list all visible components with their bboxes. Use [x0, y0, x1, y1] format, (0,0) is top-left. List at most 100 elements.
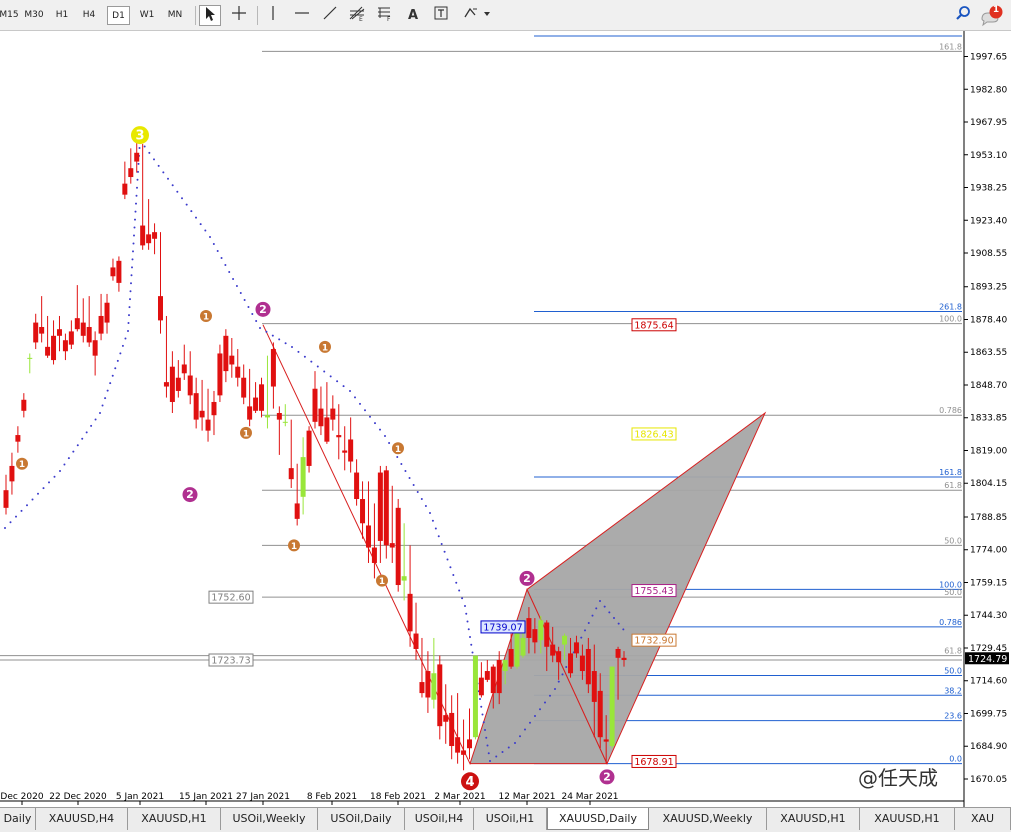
candle-body[interactable]: [241, 377, 247, 398]
candle-body[interactable]: [282, 421, 288, 423]
chart-tab[interactable]: USOil,H4: [405, 808, 474, 830]
candle-body[interactable]: [264, 415, 270, 418]
candle-body[interactable]: [591, 671, 597, 702]
candle-body[interactable]: [3, 490, 9, 508]
candle-body[interactable]: [324, 417, 330, 442]
chart-tab[interactable]: XAUUSD,Daily: [547, 808, 649, 830]
candle-body[interactable]: [223, 335, 229, 372]
text-label-icon[interactable]: [430, 5, 452, 26]
timeframe-m15[interactable]: M15: [0, 6, 20, 25]
timeframe-w1[interactable]: W1: [136, 6, 158, 25]
candle-body[interactable]: [276, 413, 282, 420]
candle-body[interactable]: [603, 739, 609, 742]
candle-body[interactable]: [211, 401, 217, 416]
timeframe-d1[interactable]: D1: [107, 6, 130, 25]
candle-body[interactable]: [235, 366, 241, 378]
candle-body[interactable]: [247, 406, 253, 420]
candle-body[interactable]: [389, 543, 395, 548]
candle-body[interactable]: [21, 399, 27, 411]
candle-body[interactable]: [508, 648, 514, 667]
fibonacci-retracement-icon[interactable]: F: [374, 5, 396, 26]
candle-body[interactable]: [74, 318, 80, 330]
candle-body[interactable]: [514, 629, 520, 667]
candle-body[interactable]: [562, 635, 568, 645]
candle-body[interactable]: [472, 655, 478, 738]
candle-body[interactable]: [181, 364, 187, 374]
candle-body[interactable]: [425, 671, 431, 698]
candle-body[interactable]: [371, 547, 377, 563]
chart-tab[interactable]: XAUUSD,H1: [860, 808, 955, 830]
chart-tab[interactable]: USOil,H1: [474, 808, 547, 830]
candle-body[interactable]: [478, 677, 484, 696]
candle-body[interactable]: [253, 397, 259, 411]
chart-tab[interactable]: XAUUSD,H4: [36, 808, 128, 830]
candle-body[interactable]: [550, 644, 556, 656]
candle-body[interactable]: [360, 499, 366, 524]
candle-body[interactable]: [336, 435, 342, 438]
chart-tab[interactable]: USOil,Daily: [318, 808, 405, 830]
candle-body[interactable]: [609, 666, 615, 747]
candle-body[interactable]: [544, 622, 550, 647]
timeframe-mn[interactable]: MN: [162, 6, 188, 25]
candle-body[interactable]: [56, 329, 62, 336]
candle-body[interactable]: [365, 525, 371, 548]
chart-tab[interactable]: XAUUSD,H1: [128, 808, 221, 830]
candle-body[interactable]: [573, 642, 579, 654]
candle-body[interactable]: [128, 168, 134, 178]
candle-body[interactable]: [556, 651, 562, 663]
candle-body[interactable]: [122, 183, 128, 195]
candle-body[interactable]: [134, 152, 140, 162]
candle-body[interactable]: [449, 712, 455, 747]
candle-body[interactable]: [92, 340, 98, 356]
crosshair-icon[interactable]: [228, 5, 250, 26]
candle-body[interactable]: [585, 648, 591, 685]
trendline-icon[interactable]: [319, 5, 341, 26]
chart-tab[interactable]: XAU: [955, 808, 1011, 830]
candle-body[interactable]: [342, 450, 348, 453]
candle-body[interactable]: [152, 232, 158, 239]
candle-body[interactable]: [496, 660, 502, 694]
candle-body[interactable]: [395, 507, 401, 586]
candle-body[interactable]: [377, 472, 383, 541]
fibonacci-fan-icon[interactable]: E: [346, 5, 368, 26]
candle-body[interactable]: [110, 267, 116, 277]
candle-body[interactable]: [568, 653, 574, 674]
candle-body[interactable]: [318, 408, 324, 427]
candle-body[interactable]: [401, 576, 407, 581]
candle-body[interactable]: [419, 682, 425, 694]
candle-body[interactable]: [443, 715, 449, 722]
candle-body[interactable]: [437, 664, 443, 727]
candle-body[interactable]: [27, 357, 33, 359]
candle-body[interactable]: [484, 671, 490, 680]
timeframe-h4[interactable]: H4: [78, 6, 100, 25]
candle-body[interactable]: [39, 326, 45, 334]
candle-body[interactable]: [193, 393, 199, 420]
candle-body[interactable]: [187, 375, 193, 396]
candle-body[interactable]: [615, 648, 621, 658]
candle-body[interactable]: [467, 739, 472, 749]
chart-tab[interactable]: XAUUSD,H1: [767, 808, 860, 830]
chart-tab[interactable]: XAUUSD,Weekly: [649, 808, 767, 830]
candle-body[interactable]: [538, 620, 544, 641]
candle-body[interactable]: [98, 315, 104, 334]
candle-body[interactable]: [163, 382, 169, 387]
chart-tab[interactable]: Daily: [0, 808, 36, 830]
candle-body[interactable]: [348, 439, 354, 462]
candle-body[interactable]: [86, 326, 92, 343]
candle-body[interactable]: [229, 355, 235, 365]
candle-body[interactable]: [51, 335, 57, 361]
horizontal-line-icon[interactable]: [291, 5, 313, 26]
candle-body[interactable]: [62, 340, 68, 352]
price-chart[interactable]: 161.8261.8100.00.786161.861.850.0100.050…: [0, 31, 1011, 807]
candle-body[interactable]: [461, 750, 467, 755]
candle-body[interactable]: [354, 472, 360, 500]
candle-body[interactable]: [532, 629, 538, 643]
candle-body[interactable]: [520, 637, 526, 656]
candle-body[interactable]: [259, 384, 265, 411]
candle-body[interactable]: [597, 690, 603, 738]
candle-body[interactable]: [490, 666, 496, 694]
candle-body[interactable]: [140, 225, 146, 246]
candle-body[interactable]: [455, 737, 461, 753]
candle-body[interactable]: [431, 673, 437, 700]
candle-body[interactable]: [407, 593, 413, 632]
